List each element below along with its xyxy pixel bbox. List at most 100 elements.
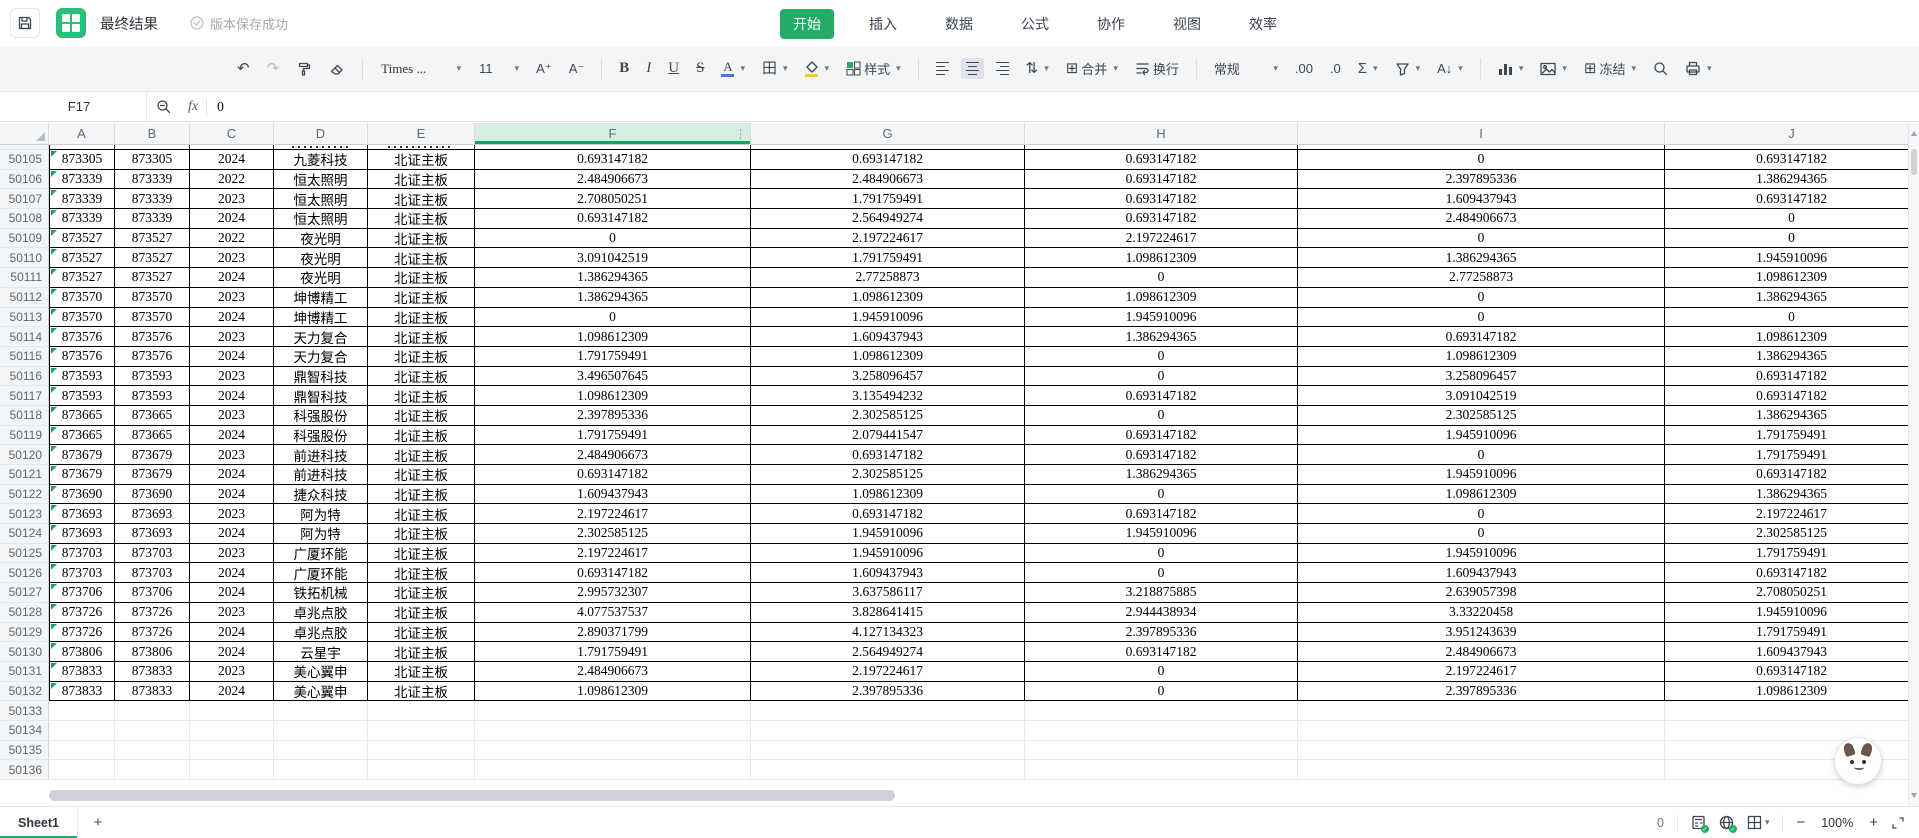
cell-H50122[interactable]: 0 bbox=[1025, 484, 1298, 505]
cell-F50122[interactable]: 1.609437943 bbox=[475, 484, 751, 505]
cell-B50131[interactable]: 873833 bbox=[115, 661, 190, 682]
cell-C50128[interactable]: 2023 bbox=[190, 602, 274, 623]
cell-G50108[interactable]: 2.564949274 bbox=[751, 209, 1025, 229]
cell-D50114[interactable]: 天力复合 bbox=[274, 327, 368, 347]
cell-D50106[interactable]: 恒太照明 bbox=[274, 169, 368, 190]
cell-I50113[interactable]: 0 bbox=[1298, 307, 1665, 328]
cell[interactable] bbox=[751, 720, 1025, 741]
print-button[interactable] bbox=[1680, 57, 1717, 80]
cell-C50131[interactable]: 2023 bbox=[190, 661, 274, 682]
vertical-scroll-thumb[interactable] bbox=[1911, 149, 1917, 175]
increase-decimal-button[interactable]: .00 bbox=[1290, 57, 1318, 80]
cell-B50132[interactable]: 873833 bbox=[115, 681, 190, 702]
vertical-scrollbar[interactable] bbox=[1908, 123, 1919, 806]
cell-B50111[interactable]: 873527 bbox=[115, 268, 190, 288]
cell-G50105[interactable]: 0.693147182 bbox=[751, 150, 1025, 170]
cell-C50106[interactable]: 2022 bbox=[190, 169, 274, 190]
cell-D50132[interactable]: 美心翼申 bbox=[274, 681, 368, 702]
column-header-C[interactable]: C bbox=[190, 123, 274, 145]
wrap-text-button[interactable]: 换行 bbox=[1130, 55, 1184, 82]
image-button[interactable] bbox=[1535, 58, 1572, 80]
zoom-out-button[interactable]: − bbox=[1796, 814, 1805, 831]
row-header-50117[interactable]: 50117 bbox=[0, 386, 49, 406]
cell-H50129[interactable]: 2.397895336 bbox=[1025, 622, 1298, 643]
cell-F50128[interactable]: 4.077537537 bbox=[475, 602, 751, 623]
strikethrough-button[interactable]: S bbox=[691, 56, 709, 81]
cell-I50107[interactable]: 1.609437943 bbox=[1298, 189, 1665, 210]
cell-B50106[interactable]: 873339 bbox=[115, 169, 190, 190]
cell-E50108[interactable]: 北证主板 bbox=[368, 209, 475, 229]
row-header-50119[interactable]: 50119 bbox=[0, 425, 49, 446]
merge-cells-button[interactable]: ⊞ 合并 bbox=[1061, 55, 1123, 82]
cell-A50111[interactable]: 873527 bbox=[49, 268, 115, 288]
cell-D50130[interactable]: 云星宇 bbox=[274, 642, 368, 662]
cell-H50107[interactable]: 0.693147182 bbox=[1025, 189, 1298, 210]
cell-G50121[interactable]: 2.302585125 bbox=[751, 465, 1025, 485]
cell-C50109[interactable]: 2022 bbox=[190, 228, 274, 249]
cell-C50110[interactable]: 2023 bbox=[190, 248, 274, 269]
cell[interactable] bbox=[190, 720, 274, 741]
cell-B50115[interactable]: 873576 bbox=[115, 346, 190, 367]
cell-A50131[interactable]: 873833 bbox=[49, 661, 115, 682]
cell[interactable] bbox=[475, 701, 751, 721]
formula-input[interactable]: 0 bbox=[217, 99, 224, 115]
cell-A50119[interactable]: 873665 bbox=[49, 425, 115, 446]
clear-format-button[interactable] bbox=[324, 57, 350, 81]
cell-D50116[interactable]: 鼎智科技 bbox=[274, 366, 368, 387]
cell-B50120[interactable]: 873679 bbox=[115, 445, 190, 465]
cell-H50123[interactable]: 0.693147182 bbox=[1025, 504, 1298, 525]
spreadsheet-app-icon[interactable] bbox=[56, 8, 86, 38]
cell[interactable] bbox=[49, 740, 115, 761]
cell[interactable] bbox=[1665, 720, 1919, 741]
cell-H50125[interactable]: 0 bbox=[1025, 543, 1298, 564]
cell-C50122[interactable]: 2024 bbox=[190, 484, 274, 505]
cell-G50125[interactable]: 1.945910096 bbox=[751, 543, 1025, 564]
ribbon-tab-开始[interactable]: 开始 bbox=[780, 9, 834, 39]
cell-F50131[interactable]: 2.484906673 bbox=[475, 661, 751, 682]
cell-D50109[interactable]: 夜光明 bbox=[274, 228, 368, 249]
column-header-D[interactable]: D bbox=[274, 123, 368, 145]
cell-C50116[interactable]: 2023 bbox=[190, 366, 274, 387]
cell-C50115[interactable]: 2024 bbox=[190, 346, 274, 367]
cell-F50112[interactable]: 1.386294365 bbox=[475, 287, 751, 308]
cell-J50121[interactable]: 0.693147182 bbox=[1665, 465, 1919, 485]
cell[interactable] bbox=[274, 740, 368, 761]
cell-D50129[interactable]: 卓兆点胶 bbox=[274, 622, 368, 643]
cell-E50114[interactable]: 北证主板 bbox=[368, 327, 475, 347]
cell-D50127[interactable]: 铁拓机械 bbox=[274, 583, 368, 603]
cell-H50130[interactable]: 0.693147182 bbox=[1025, 642, 1298, 662]
cell-B50129[interactable]: 873726 bbox=[115, 622, 190, 643]
cell-G50107[interactable]: 1.791759491 bbox=[751, 189, 1025, 210]
cell-G50113[interactable]: 1.945910096 bbox=[751, 307, 1025, 328]
cell[interactable] bbox=[475, 720, 751, 741]
cell-D50126[interactable]: 广厦环能 bbox=[274, 563, 368, 584]
cell[interactable] bbox=[49, 760, 115, 780]
cell-D50124[interactable]: 阿为特 bbox=[274, 524, 368, 544]
cell-J50127[interactable]: 2.708050251 bbox=[1665, 583, 1919, 603]
row-header-50105[interactable]: 50105 bbox=[0, 150, 49, 170]
cell-C50129[interactable]: 2024 bbox=[190, 622, 274, 643]
cell-I50131[interactable]: 2.197224617 bbox=[1298, 661, 1665, 682]
cell[interactable] bbox=[368, 740, 475, 761]
cell-J50132[interactable]: 1.098612309 bbox=[1665, 681, 1919, 702]
cell-F50110[interactable]: 3.091042519 bbox=[475, 248, 751, 269]
cell-style-button[interactable]: 样式 bbox=[841, 55, 906, 82]
cell[interactable] bbox=[49, 701, 115, 721]
cell-B50123[interactable]: 873693 bbox=[115, 504, 190, 525]
cell-E50121[interactable]: 北证主板 bbox=[368, 465, 475, 485]
underline-button[interactable]: U bbox=[663, 56, 684, 81]
column-header-B[interactable]: B bbox=[115, 123, 190, 145]
cell-F50108[interactable]: 0.693147182 bbox=[475, 209, 751, 229]
cell-G50127[interactable]: 3.637586117 bbox=[751, 583, 1025, 603]
cell-F50107[interactable]: 2.708050251 bbox=[475, 189, 751, 210]
row-header-50128[interactable]: 50128 bbox=[0, 602, 49, 623]
cell-E50120[interactable]: 北证主板 bbox=[368, 445, 475, 465]
calculation-status-icon[interactable]: ✓ bbox=[1691, 815, 1709, 833]
font-color-button[interactable]: A bbox=[716, 56, 750, 81]
cell-A50123[interactable]: 873693 bbox=[49, 504, 115, 525]
cell-A50109[interactable]: 873527 bbox=[49, 228, 115, 249]
cell-B50114[interactable]: 873576 bbox=[115, 327, 190, 347]
cell-J50123[interactable]: 2.197224617 bbox=[1665, 504, 1919, 525]
cell-J50125[interactable]: 1.791759491 bbox=[1665, 543, 1919, 564]
cell-C50112[interactable]: 2023 bbox=[190, 287, 274, 308]
